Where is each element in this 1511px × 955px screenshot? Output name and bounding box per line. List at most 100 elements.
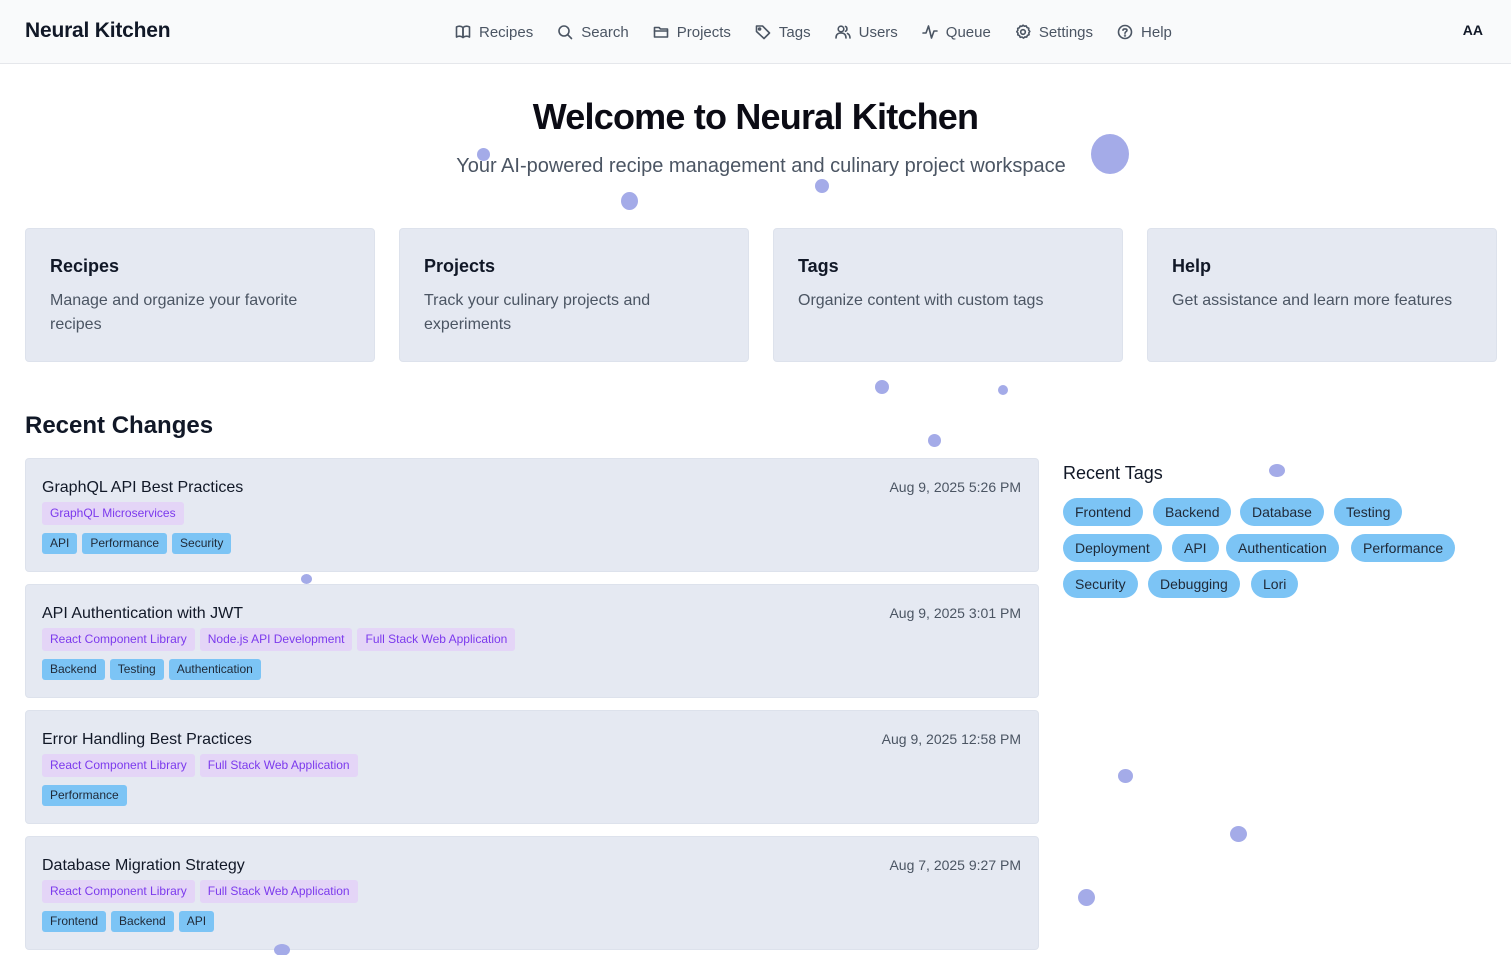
project-badges: React Component Library Full Stack Web A… [42, 880, 1022, 903]
tag-badge[interactable]: Performance [42, 785, 127, 806]
tag-badge[interactable]: Testing [109, 659, 164, 680]
card-tags[interactable]: Tags Organize content with custom tags [773, 228, 1123, 362]
project-badge[interactable]: React Component Library [42, 628, 195, 651]
project-badge[interactable]: GraphQL Microservices [42, 502, 184, 525]
recent-tag-pill[interactable]: Security [1063, 570, 1138, 598]
help-icon [1117, 24, 1133, 40]
book-icon [455, 25, 471, 39]
recent-tag-pill[interactable]: Testing [1334, 498, 1403, 526]
project-badge[interactable]: Full Stack Web Application [199, 880, 358, 903]
card-recipes[interactable]: Recipes Manage and organize your favorit… [25, 228, 375, 362]
card-description: Organize content with custom tags [798, 292, 1044, 309]
decorative-dot [621, 192, 638, 210]
activity-icon [921, 25, 938, 39]
nav-label: Users [858, 23, 898, 41]
tag-badge[interactable]: Backend [111, 911, 174, 932]
tag-badge[interactable]: API [178, 911, 215, 932]
nav-settings[interactable]: Settings [1015, 24, 1093, 41]
recent-tag-pill[interactable]: Deployment [1063, 534, 1162, 562]
project-badge[interactable]: React Component Library [42, 754, 195, 777]
decorative-dot [875, 380, 889, 394]
card-projects[interactable]: Projects Track your culinary projects an… [399, 228, 749, 362]
card-title: Projects [424, 256, 496, 276]
recent-tag-pill[interactable]: Authentication [1226, 534, 1339, 562]
change-date: Aug 7, 2025 9:27 PM [889, 857, 1021, 873]
main-nav: Recipes Search Projects Tags Users Queue… [455, 0, 1196, 64]
change-title: Error Handling Best Practices [42, 731, 252, 748]
card-description: Manage and organize your favorite recipe… [50, 292, 298, 333]
users-icon [834, 25, 851, 39]
decorative-dot [1269, 464, 1285, 477]
recent-tag-pill[interactable]: Debugging [1148, 570, 1240, 598]
recent-tag-pill[interactable]: Lori [1251, 570, 1299, 598]
tag-badge[interactable]: Backend [42, 659, 105, 680]
card-help[interactable]: Help Get assistance and learn more featu… [1147, 228, 1497, 362]
recent-tag-pill[interactable]: Performance [1351, 534, 1456, 562]
nav-tags[interactable]: Tags [755, 24, 811, 41]
change-title: GraphQL API Best Practices [42, 479, 244, 496]
folder-icon [653, 26, 669, 38]
tag-badge[interactable]: Frontend [42, 911, 107, 932]
nav-label: Projects [676, 23, 731, 41]
page-title: Welcome to Neural Kitchen [532, 96, 979, 137]
change-item[interactable]: Database Migration Strategy Aug 7, 2025 … [25, 836, 1039, 950]
decorative-dot [1091, 134, 1129, 174]
decorative-dot [301, 574, 312, 584]
decorative-dot [477, 148, 490, 161]
nav-queue[interactable]: Queue [921, 23, 991, 41]
nav-label: Search [581, 23, 629, 41]
decorative-dot [274, 944, 290, 955]
tag-icon [755, 25, 771, 40]
recent-changes-heading: Recent Changes [25, 412, 214, 439]
user-avatar[interactable]: AA [1463, 22, 1483, 38]
recent-tag-pill[interactable]: API [1172, 534, 1219, 562]
change-date: Aug 9, 2025 12:58 PM [881, 731, 1021, 747]
change-title: API Authentication with JWT [42, 605, 243, 622]
decorative-dot [815, 179, 829, 193]
nav-recipes[interactable]: Recipes [455, 24, 533, 41]
tag-badge[interactable]: Performance [82, 533, 168, 554]
search-icon [558, 25, 573, 40]
decorative-dot [1118, 769, 1133, 783]
page-subtitle: Your AI-powered recipe management and cu… [456, 155, 1066, 177]
brand-logo[interactable]: Neural Kitchen [25, 19, 171, 43]
decorative-dot [928, 434, 941, 447]
decorative-dot [1230, 826, 1247, 842]
card-description: Track your culinary projects and experim… [424, 292, 651, 333]
project-badges: React Component Library Node.js API Deve… [42, 628, 1022, 651]
nav-label: Help [1141, 23, 1172, 41]
tag-badge[interactable]: API [42, 533, 78, 554]
project-badges: GraphQL Microservices [42, 502, 1022, 525]
nav-label: Settings [1038, 23, 1094, 41]
tag-badge[interactable]: Security [172, 533, 232, 554]
nav-projects[interactable]: Projects [653, 24, 731, 41]
change-item[interactable]: API Authentication with JWT Aug 9, 2025 … [25, 584, 1039, 698]
recent-tag-pill[interactable]: Frontend [1063, 498, 1144, 526]
card-title: Help [1172, 256, 1212, 276]
recent-tag-pill[interactable]: Backend [1153, 498, 1232, 526]
card-description: Get assistance and learn more features [1172, 292, 1453, 309]
change-item[interactable]: GraphQL API Best Practices Aug 9, 2025 5… [25, 458, 1039, 572]
tag-badge[interactable]: Authentication [168, 659, 261, 680]
tag-badges: Performance [42, 785, 1022, 806]
nav-label: Queue [945, 23, 991, 41]
card-title: Tags [798, 256, 839, 276]
project-badge[interactable]: Full Stack Web Application [199, 754, 358, 777]
top-navbar: Neural Kitchen Recipes Search Projects T… [0, 0, 1511, 64]
nav-help[interactable]: Help [1117, 24, 1172, 41]
change-date: Aug 9, 2025 3:01 PM [889, 605, 1021, 621]
nav-users[interactable]: Users [834, 23, 898, 41]
card-title: Recipes [50, 256, 120, 276]
project-badge[interactable]: React Component Library [42, 880, 195, 903]
decorative-dot [998, 385, 1008, 395]
change-item[interactable]: Error Handling Best Practices Aug 9, 202… [25, 710, 1039, 824]
tag-badges: Backend Testing Authentication [42, 659, 1022, 680]
project-badges: React Component Library Full Stack Web A… [42, 754, 1022, 777]
tag-badges: Frontend Backend API [42, 911, 1022, 932]
recent-tag-pill[interactable]: Database [1240, 498, 1324, 526]
nav-search[interactable]: Search [557, 24, 629, 41]
project-badge[interactable]: Full Stack Web Application [357, 628, 516, 651]
nav-label: Recipes [479, 23, 534, 41]
change-title: Database Migration Strategy [42, 857, 245, 874]
project-badge[interactable]: Node.js API Development [199, 628, 353, 651]
